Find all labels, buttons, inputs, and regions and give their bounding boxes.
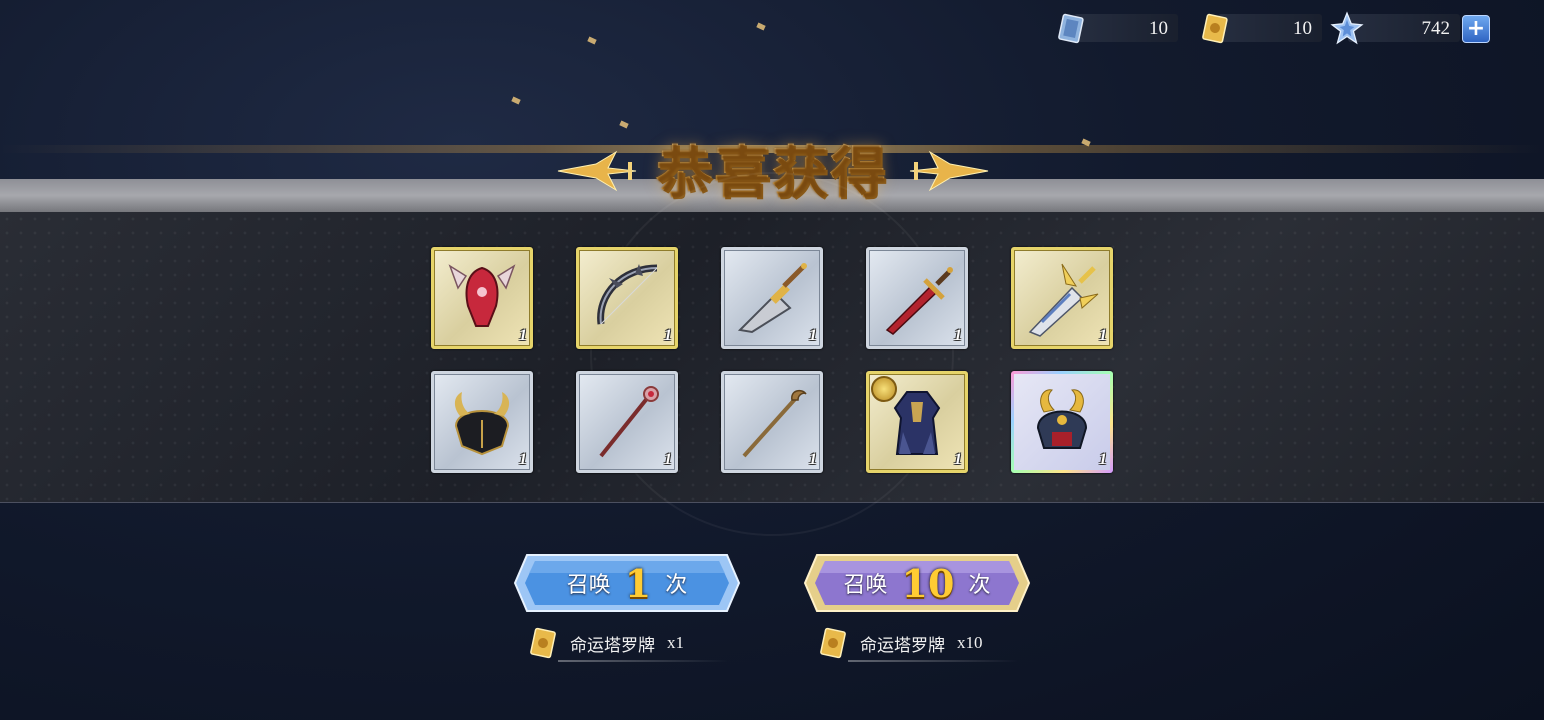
golden-cleaver-icon xyxy=(737,263,807,334)
item-count: 1 xyxy=(519,327,527,344)
item-count: 1 xyxy=(664,327,672,344)
summon-label: 召唤 xyxy=(843,573,888,598)
cost-item-name: 命运塔罗牌 xyxy=(570,635,655,656)
reward-item[interactable]: 1 xyxy=(431,371,533,473)
currency-value: 10 xyxy=(1293,18,1312,39)
item-count: 1 xyxy=(1099,327,1107,344)
summon-suffix: 次 xyxy=(968,573,991,598)
currency-star-crystal: 742 xyxy=(1330,11,1460,45)
item-count: 1 xyxy=(809,327,817,344)
card-ticket-icon xyxy=(1058,13,1084,44)
summon-once-cost: 命运塔罗牌 x1 xyxy=(528,626,728,662)
navy-robe-armor-icon xyxy=(893,391,941,455)
samurai-helm-icon xyxy=(1036,389,1088,449)
reward-item[interactable]: 1 xyxy=(1011,371,1113,473)
sparkle-particle xyxy=(619,120,629,129)
reward-item[interactable]: 1 xyxy=(431,247,533,349)
item-count: 1 xyxy=(664,451,672,468)
background-ring xyxy=(590,172,954,536)
currency-tarot-ticket: 10 xyxy=(1200,13,1322,44)
currency-value: 10 xyxy=(1149,18,1168,39)
cost-quantity: x1 xyxy=(667,633,684,652)
tarot-ticket-icon xyxy=(820,627,846,659)
item-count: 1 xyxy=(954,327,962,344)
item-count: 1 xyxy=(954,451,962,468)
cost-quantity: x10 xyxy=(957,633,983,652)
reward-item[interactable]: 1 xyxy=(721,371,823,473)
wooden-staff-icon xyxy=(742,389,807,458)
item-count: 1 xyxy=(519,451,527,468)
summon-ten-cost: 命运塔罗牌 x10 xyxy=(818,626,1018,662)
summon-label: 召唤 xyxy=(566,573,611,598)
sparkle-particle xyxy=(587,36,597,45)
reward-item[interactable]: 1 xyxy=(721,247,823,349)
summon-count: 1 xyxy=(624,560,652,606)
reward-item[interactable]: 1 xyxy=(866,247,968,349)
summon-once-button[interactable]: 召唤 1 次 xyxy=(513,553,741,613)
cost-underline xyxy=(848,660,1018,662)
summon-suffix: 次 xyxy=(665,573,688,598)
star-crystal-icon xyxy=(1330,11,1364,45)
sparkle-particle xyxy=(511,96,521,105)
currency-value: 742 xyxy=(1421,18,1451,39)
crimson-sword-icon xyxy=(885,267,953,335)
item-count: 1 xyxy=(1099,451,1107,468)
winged-greatsword-icon xyxy=(1028,263,1099,337)
horned-black-helm-icon xyxy=(454,392,510,456)
summon-count: 10 xyxy=(901,560,955,606)
reward-item[interactable]: 1 xyxy=(1011,247,1113,349)
left-wing-ornament xyxy=(557,150,637,192)
reward-item[interactable]: 1 xyxy=(576,247,678,349)
tarot-ticket-icon xyxy=(530,627,556,659)
summon-ten-button[interactable]: 召唤 10 次 xyxy=(803,553,1031,613)
right-wing-ornament xyxy=(909,150,989,192)
tarot-ticket-icon xyxy=(1202,13,1228,44)
currency-card-ticket: 10 xyxy=(1056,13,1178,44)
dragon-helm-icon xyxy=(448,264,516,327)
dark-bow-icon xyxy=(597,264,658,325)
cost-item-name: 命运塔罗牌 xyxy=(860,635,945,656)
reward-item[interactable]: 1 xyxy=(866,371,968,473)
item-count: 1 xyxy=(809,451,817,468)
cost-underline xyxy=(558,660,728,662)
add-currency-button[interactable]: + xyxy=(1462,15,1490,43)
ruby-staff-icon xyxy=(599,386,659,458)
sparkle-particle xyxy=(756,22,766,31)
reward-item[interactable]: 1 xyxy=(576,371,678,473)
